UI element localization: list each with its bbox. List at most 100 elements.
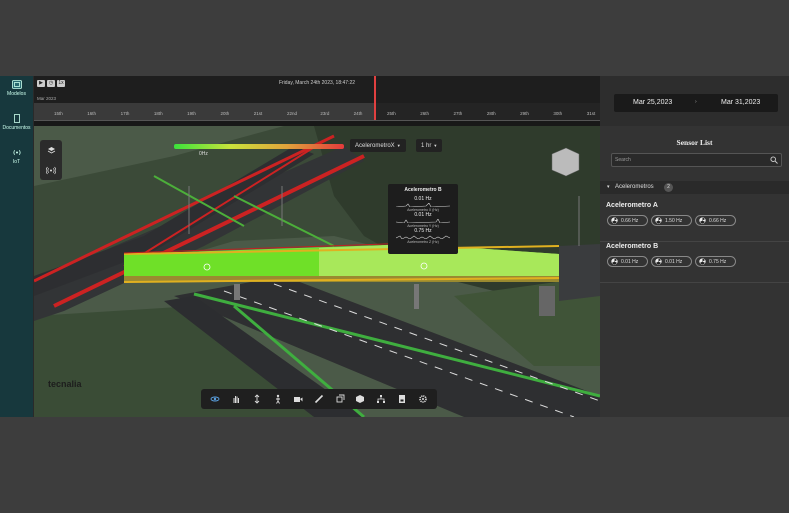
search-input[interactable] xyxy=(615,155,765,165)
broadcast-icon xyxy=(46,166,56,174)
range-select[interactable]: 1 hr ▼ xyxy=(416,139,443,152)
3d-viewport[interactable]: 0Hz AcelerometroX ▼ 1 hr ▼ Acelerometro B … xyxy=(34,126,600,417)
reading-value: 0.66 Hz xyxy=(709,217,727,224)
channel-select[interactable]: AcelerometroX ▼ xyxy=(350,139,406,152)
timeline-tick: 25th xyxy=(386,111,396,116)
timeline-tick: 18th xyxy=(153,111,163,116)
popup-value-x: 0.01 Hz xyxy=(414,196,432,202)
sensor-name: Acelerometro B xyxy=(606,243,659,250)
orbit-icon xyxy=(210,396,220,402)
search-icon[interactable] xyxy=(770,156,778,164)
tree-button[interactable] xyxy=(375,393,387,405)
orbit-button[interactable] xyxy=(209,393,221,405)
range-select-value: 1 hr xyxy=(421,143,432,149)
timeline-tick: 27th xyxy=(453,111,463,116)
sensor-search[interactable] xyxy=(611,153,782,167)
chevron-down-icon: ▼ xyxy=(433,143,438,148)
save-button[interactable] xyxy=(396,393,408,405)
timeline-tick: 24th xyxy=(353,111,363,116)
divider xyxy=(600,282,789,283)
rail-label-documentos: Documentos xyxy=(2,125,31,131)
sparkline-x xyxy=(396,203,450,207)
date-to[interactable]: Mar 31,2023 xyxy=(721,99,760,106)
bridge-scene xyxy=(34,126,600,417)
rail-item-documentos[interactable]: Documentos xyxy=(0,114,33,131)
popup-label-z: Acelerometro Z (Hz) xyxy=(407,240,439,244)
caret-down-icon: ▾ xyxy=(607,184,610,190)
section-icon xyxy=(336,394,345,403)
timeline-tick: 15th xyxy=(54,111,63,116)
sensor-group-header[interactable]: ▾ Acelerometros 2 xyxy=(600,181,789,194)
timeline-tick: 20th xyxy=(220,111,230,116)
elevation-button[interactable] xyxy=(251,393,263,405)
timeline-tick: 16th xyxy=(87,111,97,116)
reading-chip[interactable]: 0.66 Hz xyxy=(607,215,648,226)
rail-label-modelos: Modelos xyxy=(7,91,26,97)
date-range-picker[interactable]: Mar 25,2023 › Mar 31,2023 xyxy=(614,94,778,112)
sparkline-y xyxy=(396,219,450,223)
reading-chip[interactable]: 0.01 Hz xyxy=(651,256,692,267)
iot-layer-button[interactable] xyxy=(40,160,62,180)
measure-button[interactable] xyxy=(313,393,325,405)
heatmap-legend-bar xyxy=(174,144,344,149)
camera-button[interactable] xyxy=(292,393,304,405)
app-window: Modelos Documentos IoT ▶ ◷ 1x Friday, Ma… xyxy=(0,76,789,417)
timeline-tick: 26th xyxy=(420,111,429,116)
bottom-toolbar xyxy=(201,389,437,409)
date-separator: › xyxy=(695,99,697,105)
date-from[interactable]: Mar 25,2023 xyxy=(633,99,672,106)
chevron-down-icon: ▼ xyxy=(396,143,401,148)
timeline-tick: 29th xyxy=(520,111,529,116)
timeline-datetime: Friday, March 24th 2023, 18:47:22 xyxy=(278,80,356,86)
popup-value-z: 0.75 Hz xyxy=(414,228,432,234)
object-button[interactable] xyxy=(354,393,366,405)
sensor-panel: Mar 25,2023 › Mar 31,2023 Sensor List ▾ … xyxy=(600,76,789,417)
radiation-icon xyxy=(699,217,706,224)
reading-chip[interactable]: 1.50 Hz xyxy=(651,215,692,226)
model-icon xyxy=(11,80,22,89)
timeline[interactable]: ▶ ◷ 1x Friday, March 24th 2023, 18:47:22… xyxy=(34,76,600,127)
reading-chip[interactable]: 0.75 Hz xyxy=(695,256,736,267)
sensor-item[interactable]: Acelerometro A 0.66 Hz 1.50 Hz 0.66 Hz xyxy=(600,200,789,242)
rail-label-iot: IoT xyxy=(12,159,21,165)
sensor-popup: Acelerometro B 0.01 Hz Acelerometro X (H… xyxy=(388,184,458,254)
save-icon xyxy=(398,395,405,403)
reading-chip[interactable]: 0.01 Hz xyxy=(607,256,648,267)
timeline-tick: 28th xyxy=(486,111,496,116)
section-button[interactable] xyxy=(334,393,346,405)
walk-icon xyxy=(275,394,280,404)
sensor-name: Acelerometro A xyxy=(606,202,658,209)
timeline-tick: 22nd xyxy=(287,111,298,116)
rail-item-modelos[interactable]: Modelos xyxy=(0,80,33,97)
walk-button[interactable] xyxy=(272,393,284,405)
timeline-tick: 19th xyxy=(187,111,196,116)
object-icon xyxy=(356,395,365,403)
radiation-icon xyxy=(655,217,662,224)
rail-item-iot[interactable]: IoT xyxy=(0,148,33,165)
left-rail: Modelos Documentos IoT xyxy=(0,76,33,417)
reading-chip[interactable]: 0.66 Hz xyxy=(695,215,736,226)
timeline-cursor[interactable] xyxy=(374,76,376,126)
radiation-icon xyxy=(655,258,662,265)
popup-title: Acelerometro B xyxy=(404,187,442,193)
timeline-month: Mar 2023 xyxy=(37,96,57,101)
gear-icon xyxy=(418,395,427,403)
elevation-icon xyxy=(254,394,260,404)
reading-value: 0.75 Hz xyxy=(709,258,727,265)
sensor-group-count: 2 xyxy=(664,183,673,192)
timeline-tick: 21st xyxy=(253,111,263,116)
document-icon xyxy=(13,114,20,123)
camera-icon xyxy=(294,397,303,402)
radiation-icon xyxy=(699,258,706,265)
channel-select-value: AcelerometroX xyxy=(355,143,395,149)
timeline-tick: 17th xyxy=(120,111,130,116)
heatmap-legend-label: 0Hz xyxy=(199,151,208,157)
timeline-tick: 23rd xyxy=(320,111,330,116)
layers-icon xyxy=(47,146,55,153)
layers-button[interactable] xyxy=(40,140,62,160)
pan-button[interactable] xyxy=(230,393,242,405)
iot-icon xyxy=(12,150,21,155)
reading-value: 0.66 Hz xyxy=(621,217,639,224)
sensor-item[interactable]: Acelerometro B 0.01 Hz 0.01 Hz 0.75 Hz xyxy=(600,241,789,283)
settings-button[interactable] xyxy=(417,393,429,405)
